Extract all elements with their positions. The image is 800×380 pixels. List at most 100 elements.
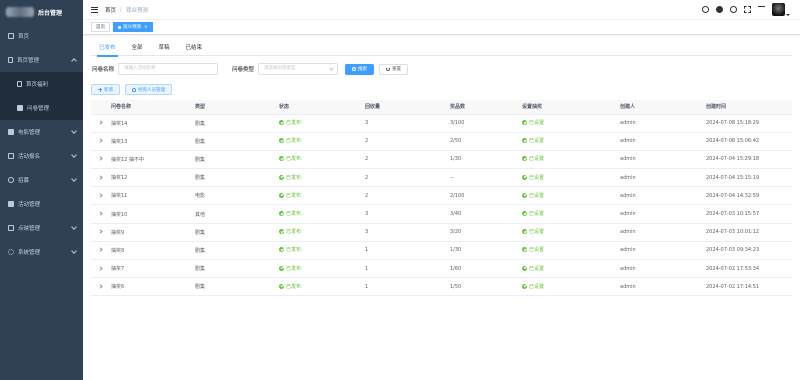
cell-lottery: 已设置 bbox=[522, 132, 620, 151]
chevron-right-icon[interactable] bbox=[98, 229, 103, 234]
table-row[interactable]: 抽奖14 剧集 已发布 3 3/100 已设置 admin 2024-07-08 15:18:… bbox=[91, 114, 792, 133]
status-text: 已发布 bbox=[286, 174, 302, 181]
action-bar: 新增 抢购人员管理 bbox=[91, 84, 792, 95]
check-circle-icon bbox=[522, 211, 527, 217]
sidebar-item-movie[interactable]: 电影管理 bbox=[0, 120, 83, 144]
expand-cell[interactable] bbox=[91, 259, 111, 279]
avatar[interactable] bbox=[772, 3, 785, 16]
tab-all[interactable]: 全部 bbox=[132, 40, 143, 56]
expand-cell[interactable] bbox=[91, 204, 111, 224]
add-button[interactable]: 新增 bbox=[91, 84, 120, 95]
table-row[interactable]: 抽奖12 剧集 已发布 2 -- 已设置 admin 2024-07-04 15:15:19 bbox=[91, 168, 792, 188]
refresh-icon bbox=[386, 67, 391, 71]
name-input[interactable]: 请输入活动名称 bbox=[118, 63, 219, 75]
table-row[interactable]: 抽奖11 电影 已发布 2 2/100 已设置 admin 2024-07-04 14:32:… bbox=[91, 186, 792, 206]
questionnaire-table: 问卷名称 类型 状态 回收量 奖品数 设置抽奖 创建人 创建时间 抽奖14 剧集已… bbox=[91, 100, 792, 297]
reset-button[interactable]: 重置 bbox=[379, 63, 409, 75]
type-select-placeholder: 请选择问卷类型 bbox=[264, 66, 296, 71]
tab-draft[interactable]: 草稿 bbox=[159, 40, 170, 56]
cell-status: 已发布 bbox=[279, 259, 365, 279]
sidebar-item-label: 电影管理 bbox=[18, 130, 41, 136]
sidebar-item-home-welfare[interactable]: 首页福利 bbox=[0, 72, 83, 96]
sidebar-item-home[interactable]: 首页 bbox=[0, 24, 83, 48]
chevron-right-icon[interactable] bbox=[98, 156, 103, 162]
help-icon[interactable] bbox=[730, 6, 737, 13]
hamburger-icon[interactable] bbox=[91, 6, 98, 13]
expand-cell[interactable] bbox=[91, 277, 111, 297]
status-text: 已发布 bbox=[286, 192, 302, 199]
sidebar-item-screening[interactable]: 点映管理 bbox=[0, 216, 83, 240]
cell-creator: admin bbox=[620, 259, 706, 279]
user-menu[interactable] bbox=[772, 3, 790, 16]
cell-time: 2024-07-08 15:18:29 bbox=[706, 114, 792, 133]
chevron-right-icon[interactable] bbox=[98, 193, 103, 198]
navbar-right-menu bbox=[702, 3, 790, 16]
chevron-right-icon[interactable] bbox=[98, 138, 103, 143]
cell-count: 3 bbox=[365, 114, 450, 133]
table-row[interactable]: 抽奖12 抽不中 剧集 已发布 2 1/30 已设置 admin 2024-07-04 15:… bbox=[91, 150, 792, 170]
search-button[interactable]: 搜索 bbox=[345, 63, 375, 75]
chevron-right-icon[interactable] bbox=[98, 247, 103, 253]
type-select[interactable]: 请选择问卷类型 bbox=[258, 63, 339, 75]
expand-cell[interactable] bbox=[91, 241, 111, 261]
calendar-icon bbox=[8, 153, 14, 159]
chevron-down-icon bbox=[71, 248, 77, 254]
expand-cell[interactable] bbox=[91, 132, 111, 151]
expand-cell[interactable] bbox=[91, 168, 111, 188]
sidebar-item-activity[interactable]: 活动管理 bbox=[0, 192, 83, 216]
tag-audience-forecast[interactable]: 观众预测 × bbox=[113, 22, 153, 32]
table-row[interactable]: 抽奖9 剧集 已发布 3 3/20 已设置 admin 2024-07-03 10:01:12 bbox=[91, 223, 792, 242]
cell-name: 抽奖7 bbox=[111, 259, 195, 279]
expand-cell[interactable] bbox=[91, 114, 111, 133]
table-row[interactable]: 抽奖7 剧集 已发布 1 1/60 已设置 admin 2024-07-02 17:53:34 bbox=[91, 259, 792, 279]
tab-published[interactable]: 已发布 bbox=[97, 40, 117, 57]
cell-creator: admin bbox=[620, 277, 706, 297]
close-icon[interactable]: × bbox=[144, 25, 148, 30]
lottery-text: 已设置 bbox=[529, 283, 545, 290]
expand-cell[interactable] bbox=[91, 186, 111, 206]
table-row[interactable]: 抽奖6 剧集 已发布 1 1/50 已设置 admin 2024-07-02 17:14:51 bbox=[91, 277, 792, 297]
cell-creator: admin bbox=[620, 150, 706, 170]
chevron-right-icon[interactable] bbox=[98, 175, 103, 180]
chevron-right-icon[interactable] bbox=[98, 211, 103, 216]
tab-ended[interactable]: 已结束 bbox=[186, 40, 203, 56]
gear-icon bbox=[8, 249, 14, 255]
cell-time: 2024-07-02 17:14:51 bbox=[706, 277, 792, 297]
check-circle-icon bbox=[279, 265, 284, 271]
header-lottery: 设置抽奖 bbox=[522, 100, 620, 115]
sidebar-item-home-management[interactable]: 首页管理 bbox=[0, 48, 83, 72]
github-icon[interactable] bbox=[716, 6, 723, 13]
sidebar-item-questionnaire[interactable]: 问卷管理 bbox=[0, 96, 83, 120]
table-row[interactable]: 抽奖13 剧集 已发布 2 2/50 已设置 admin 2024-07-08 15:06:4… bbox=[91, 132, 792, 151]
status-badge: 已发布 bbox=[279, 228, 301, 235]
chevron-right-icon[interactable] bbox=[98, 284, 103, 289]
sidebar-item-signup[interactable]: 活动报名 bbox=[0, 144, 83, 168]
sidebar-item-system[interactable]: 系统管理 bbox=[0, 240, 83, 264]
manage-people-button[interactable]: 抢购人员管理 bbox=[125, 84, 172, 95]
cell-time: 2024-07-04 15:29:18 bbox=[706, 150, 792, 170]
table-row[interactable]: 抽奖8 剧集 已发布 1 1/30 已设置 admin 2024-07-03 09:34:23 bbox=[91, 241, 792, 261]
submenu-home-management: 首页福利 问卷管理 bbox=[0, 72, 83, 120]
search-icon[interactable] bbox=[702, 6, 709, 13]
header-name: 问卷名称 bbox=[111, 100, 195, 115]
cell-count: 3 bbox=[365, 223, 450, 242]
chevron-right-icon[interactable] bbox=[98, 265, 103, 271]
type-label: 问卷类型 bbox=[232, 67, 255, 73]
app-logo[interactable]: 后台管理 bbox=[0, 0, 83, 24]
font-size-icon[interactable] bbox=[758, 6, 765, 13]
table-header-row: 问卷名称 类型 状态 回收量 奖品数 设置抽奖 创建人 创建时间 bbox=[91, 100, 792, 115]
search-icon bbox=[352, 67, 357, 71]
expand-cell[interactable] bbox=[91, 150, 111, 170]
lottery-text: 已设置 bbox=[529, 174, 545, 181]
tag-home[interactable]: 首页 bbox=[91, 22, 110, 32]
cell-type: 其他 bbox=[195, 204, 279, 224]
expand-cell[interactable] bbox=[91, 223, 111, 242]
chevron-right-icon[interactable] bbox=[98, 120, 103, 125]
table-row[interactable]: 抽奖10 其他 已发布 3 3/40 已设置 admin 2024-07-03 10:15:5… bbox=[91, 204, 792, 224]
fullscreen-icon[interactable] bbox=[744, 6, 751, 13]
cell-status: 已发布 bbox=[279, 132, 365, 151]
breadcrumb-home[interactable]: 首页 bbox=[105, 6, 116, 14]
status-badge: 已发布 bbox=[279, 283, 301, 290]
search-button-label: 搜索 bbox=[358, 67, 368, 72]
sidebar-item-recruit[interactable]: 招募 bbox=[0, 168, 83, 192]
